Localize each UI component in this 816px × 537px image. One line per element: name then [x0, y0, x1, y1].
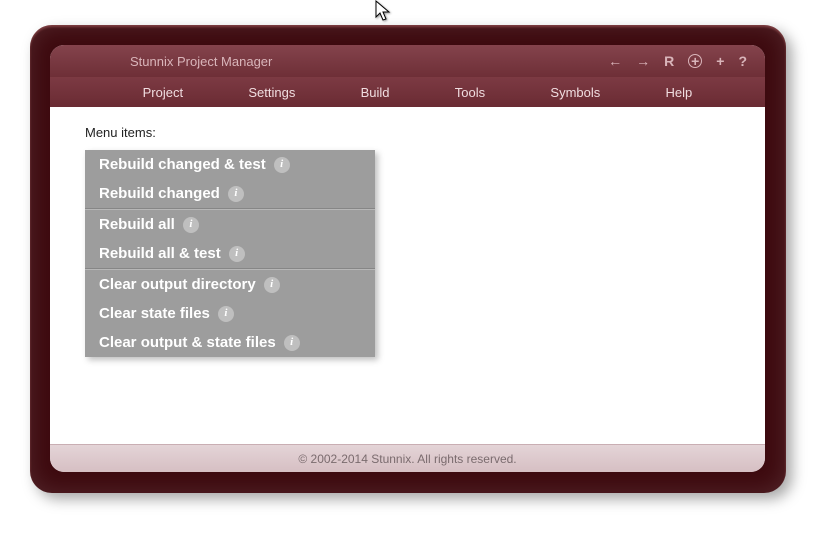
menu-help[interactable]: Help — [656, 81, 703, 104]
menu-item-rebuild-changed[interactable]: Rebuild changed — [85, 179, 375, 208]
info-icon[interactable] — [228, 186, 244, 202]
menu-item-label: Rebuild changed & test — [99, 156, 266, 173]
info-icon[interactable] — [218, 306, 234, 322]
header-icons: ← → R + ? — [608, 53, 747, 69]
footer-text: © 2002-2014 Stunnix. All rights reserved… — [298, 452, 516, 466]
info-icon[interactable] — [183, 217, 199, 233]
menu-item-label: Clear state files — [99, 305, 210, 322]
menu-item-label: Rebuild changed — [99, 185, 220, 202]
add-icon[interactable]: + — [716, 53, 724, 69]
menu-item-rebuild-all-test[interactable]: Rebuild all & test — [85, 239, 375, 268]
app-header: Stunnix Project Manager ← → R + ? — [50, 45, 765, 77]
menu-list: Rebuild changed & test Rebuild changed R… — [85, 150, 375, 357]
menu-item-rebuild-all[interactable]: Rebuild all — [85, 210, 375, 239]
menu-item-label: Rebuild all & test — [99, 245, 221, 262]
menu-group: Clear output directory Clear state files… — [85, 269, 375, 357]
menu-settings[interactable]: Settings — [238, 81, 305, 104]
menu-item-label: Clear output directory — [99, 276, 256, 293]
menu-group: Rebuild changed & test Rebuild changed — [85, 150, 375, 209]
menubar: Project Settings Build Tools Symbols Hel… — [50, 77, 765, 107]
info-icon[interactable] — [229, 246, 245, 262]
menu-tools[interactable]: Tools — [445, 81, 495, 104]
app-panel: Stunnix Project Manager ← → R + ? Projec… — [50, 45, 765, 472]
menu-item-clear-output-state[interactable]: Clear output & state files — [85, 328, 375, 357]
menu-group: Rebuild all Rebuild all & test — [85, 209, 375, 269]
forward-icon[interactable]: → — [636, 53, 650, 69]
menu-item-label: Rebuild all — [99, 216, 175, 233]
menu-project[interactable]: Project — [133, 81, 193, 104]
menu-item-label: Clear output & state files — [99, 334, 276, 351]
menu-items-heading: Menu items: — [85, 125, 730, 140]
info-icon[interactable] — [274, 157, 290, 173]
app-title: Stunnix Project Manager — [130, 54, 272, 69]
footer: © 2002-2014 Stunnix. All rights reserved… — [50, 444, 765, 472]
info-icon[interactable] — [284, 335, 300, 351]
menu-build[interactable]: Build — [351, 81, 400, 104]
menu-item-clear-state-files[interactable]: Clear state files — [85, 299, 375, 328]
reload-icon[interactable]: R — [664, 53, 674, 69]
menu-item-clear-output-dir[interactable]: Clear output directory — [85, 270, 375, 299]
menu-symbols[interactable]: Symbols — [540, 81, 610, 104]
menu-item-rebuild-changed-test[interactable]: Rebuild changed & test — [85, 150, 375, 179]
info-icon[interactable] — [264, 277, 280, 293]
add-circle-icon[interactable] — [688, 54, 702, 68]
back-icon[interactable]: ← — [608, 53, 622, 69]
content-area: Menu items: Rebuild changed & test Rebui… — [50, 107, 765, 444]
help-icon[interactable]: ? — [738, 53, 747, 69]
